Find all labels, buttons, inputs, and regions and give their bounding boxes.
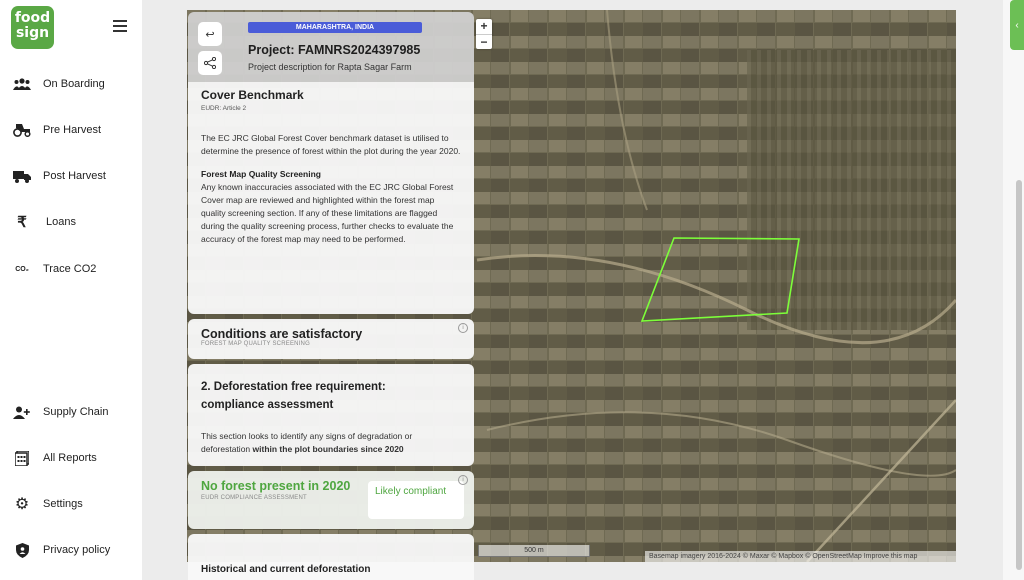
- user-plus-icon: [11, 406, 33, 419]
- sidebar-item-settings[interactable]: ⚙ Settings: [0, 490, 142, 518]
- chevron-left-icon: ‹: [1015, 19, 1019, 31]
- map-scale-bar: 500 m: [478, 545, 590, 557]
- deforestation-text: This section looks to identify any signs…: [201, 430, 461, 456]
- page-scrollbar-thumb[interactable]: [1016, 180, 1022, 570]
- sidebar-item-label: On Boarding: [43, 78, 105, 90]
- gear-icon: ⚙: [14, 496, 30, 513]
- info-icon[interactable]: i: [458, 475, 468, 485]
- history-title: Historical and current deforestation: [201, 564, 371, 575]
- conditions-card: Conditions are satisfactory FOREST MAP Q…: [188, 319, 474, 359]
- sidebar-item-supply-chain[interactable]: Supply Chain: [0, 398, 142, 426]
- menu-toggle-icon[interactable]: [113, 20, 127, 32]
- sidebar-item-all-reports[interactable]: All Reports: [0, 444, 142, 472]
- sidebar-item-label: Trace CO2: [43, 263, 97, 275]
- app-root: food sign On Boarding Pre Harvest Post H…: [0, 0, 1024, 580]
- logo-line-2: sign: [15, 25, 50, 41]
- foodsign-logo[interactable]: food sign: [11, 6, 54, 49]
- truck-icon: [11, 170, 33, 183]
- sidebar-item-label: Loans: [46, 216, 76, 228]
- forest-status-card: No forest present in 2020 EUDR COMPLIANC…: [188, 471, 474, 529]
- back-button[interactable]: ↩: [198, 22, 222, 46]
- project-title: Project: FAMNRS2024397985: [248, 43, 421, 57]
- project-description: Project description for Rapta Sagar Farm: [248, 62, 412, 72]
- section-title: Cover Benchmark: [201, 88, 304, 102]
- sidebar-item-post-harvest[interactable]: Post Harvest: [0, 162, 142, 190]
- conditions-subtitle: FOREST MAP QUALITY SCREENING: [201, 341, 310, 347]
- share-icon: [204, 57, 216, 69]
- info-icon[interactable]: i: [458, 323, 468, 333]
- share-button[interactable]: [198, 51, 222, 75]
- zoom-out-button[interactable]: −: [476, 34, 492, 49]
- project-panel: ↩ MAHARASHTRA, INDIA Project: FAMNRS2024…: [188, 12, 474, 580]
- screening-text: Any known inaccuracies associated with t…: [201, 182, 454, 244]
- history-card: Historical and current deforestation: [188, 534, 474, 580]
- back-arrow-icon: ↩: [205, 28, 215, 41]
- deforestation-text-bold: within the plot boundaries since 2020: [252, 444, 404, 454]
- sidebar-item-privacy-policy[interactable]: Privacy policy: [0, 536, 142, 564]
- region-badge: MAHARASHTRA, INDIA: [248, 22, 422, 33]
- section-paragraph: The EC JRC Global Forest Cover benchmark…: [201, 133, 461, 156]
- compliance-verdict: Likely compliant: [368, 481, 464, 519]
- tractor-icon: [11, 123, 33, 137]
- conditions-title: Conditions are satisfactory: [201, 327, 363, 341]
- sidebar-item-label: Supply Chain: [43, 406, 109, 418]
- sidebar-item-label: Privacy policy: [43, 544, 111, 556]
- shield-icon: [11, 542, 33, 558]
- users-icon: [11, 78, 33, 90]
- map-zoom-control: + −: [476, 19, 492, 49]
- sidebar-item-label: Post Harvest: [43, 170, 106, 182]
- sidebar-item-trace-co2[interactable]: CO₂ Trace CO2: [0, 255, 142, 283]
- logo-line-1: food: [14, 10, 51, 26]
- sidebar-item-label: All Reports: [43, 452, 97, 464]
- reports-icon: [11, 450, 33, 466]
- section-subtitle: EUDR: Article 2: [201, 105, 247, 112]
- screening-title: Forest Map Quality Screening: [201, 169, 321, 179]
- collapse-panel-tab[interactable]: ‹: [1010, 0, 1024, 50]
- zoom-in-button[interactable]: +: [476, 19, 492, 34]
- sidebar-item-on-boarding[interactable]: On Boarding: [0, 70, 142, 98]
- panel-header: ↩ MAHARASHTRA, INDIA Project: FAMNRS2024…: [188, 12, 474, 82]
- forest-status-title: No forest present in 2020: [201, 479, 351, 493]
- sidebar: food sign On Boarding Pre Harvest Post H…: [0, 0, 142, 580]
- deforestation-title: 2. Deforestation free requirement: compl…: [201, 381, 386, 411]
- sidebar-item-label: Pre Harvest: [43, 124, 102, 136]
- sidebar-item-label: Settings: [43, 498, 83, 510]
- cover-benchmark-card: Cover Benchmark EUDR: Article 2 The EC J…: [188, 82, 474, 314]
- sidebar-item-pre-harvest[interactable]: Pre Harvest: [0, 116, 142, 144]
- map-attribution[interactable]: Basemap imagery 2016-2024 © Maxar © Mapb…: [645, 551, 956, 562]
- co2-icon: CO₂: [15, 265, 29, 273]
- deforestation-card: 2. Deforestation free requirement: compl…: [188, 364, 474, 466]
- sidebar-item-loans[interactable]: ₹ Loans: [0, 208, 142, 236]
- rupee-icon: ₹: [17, 214, 27, 231]
